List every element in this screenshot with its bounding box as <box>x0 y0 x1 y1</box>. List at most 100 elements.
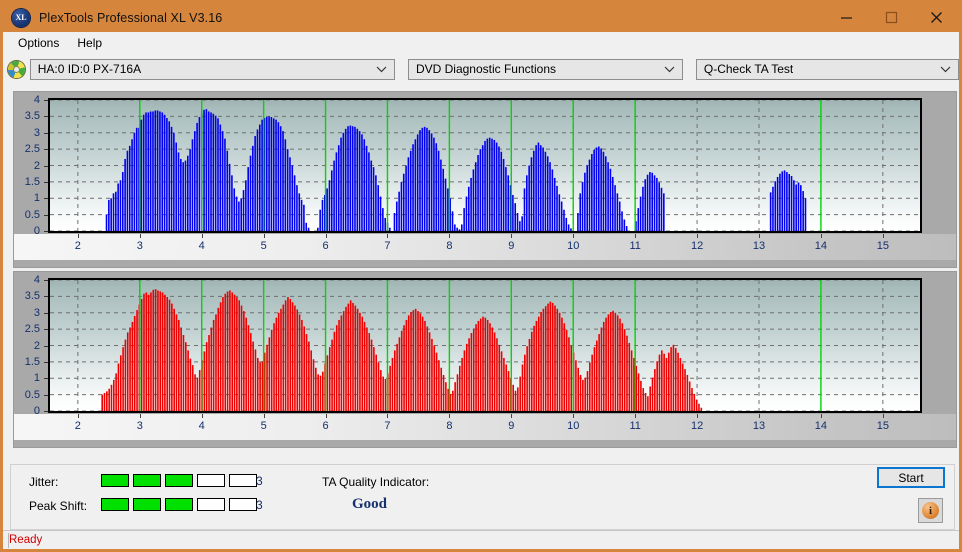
window-controls <box>824 3 959 32</box>
jitter-x-tick-label: 2 <box>74 240 81 252</box>
peak-shift-x-tick-label: 9 <box>508 420 515 432</box>
jitter-x-tick <box>201 234 203 238</box>
peak-shift-x-tick-label: 8 <box>446 420 453 432</box>
jitter-x-tick-label: 3 <box>136 240 143 252</box>
peak-shift-x-tick <box>511 414 513 418</box>
function-select[interactable]: DVD Diagnostic Functions <box>407 58 683 80</box>
jitter-y-tick-label: 2.5 <box>24 143 40 156</box>
jitter-x-tick-label: 9 <box>508 240 515 252</box>
jitter-y-tick <box>44 149 48 151</box>
jitter-y-tick-label: 1.5 <box>24 175 40 188</box>
jitter-x-tick-label: 6 <box>322 240 329 252</box>
chevron-down-icon <box>376 65 387 73</box>
meter-segment <box>165 474 193 487</box>
peak-shift-y-tick-label: 3 <box>33 306 40 319</box>
maximize-icon[interactable] <box>869 3 914 32</box>
peak-shift-x-tick-label: 4 <box>198 420 205 432</box>
peak-shift-chart-panel: 0 0.5 1 1.5 2 2.5 3 3.5 4 2 3 4 5 6 7 8 9 10 11 12 13 14 15 <box>13 271 957 448</box>
peak-shift-x-tick <box>449 414 451 418</box>
peak-shift-x-tick <box>387 414 389 418</box>
peak-shift-x-tick <box>697 414 699 418</box>
peak-shift-y-tick-label: 1.5 <box>24 355 40 368</box>
drive-select[interactable]: HA:0 ID:0 PX-716A <box>29 58 395 80</box>
peak-shift-x-tick-label: 14 <box>814 420 828 432</box>
title-bar: XL PlexTools Professional XL V3.16 <box>3 3 959 32</box>
jitter-y-tick-label: 0.5 <box>24 208 40 221</box>
ta-quality-value: Good <box>352 496 388 512</box>
peak-shift-x-tick <box>820 414 822 418</box>
peak-shift-y-tick-label: 3.5 <box>24 290 40 303</box>
menu-item-options[interactable]: Options <box>9 34 68 52</box>
jitter-x-tick <box>820 234 822 238</box>
meter-segment <box>101 498 129 511</box>
jitter-y-tick-label: 3 <box>33 126 40 139</box>
jitter-x-tick <box>511 234 513 238</box>
window-title: PlexTools Professional XL V3.16 <box>39 10 223 25</box>
peak-shift-x-tick-label: 3 <box>136 420 143 432</box>
peak-shift-label: Peak Shift: <box>29 499 88 513</box>
jitter-svg <box>50 100 920 231</box>
peak-shift-y-tick <box>44 296 48 298</box>
peak-shift-y-tick <box>44 361 48 363</box>
app-icon: XL <box>12 8 30 27</box>
peak-shift-x-tick <box>201 414 203 418</box>
jitter-y-tick <box>44 116 48 118</box>
peak-shift-chart: 0 0.5 1 1.5 2 2.5 3 3.5 4 2 3 4 5 6 7 8 9 10 11 12 13 14 15 <box>14 272 956 447</box>
meter-segment <box>229 474 257 487</box>
jitter-x-tick <box>882 234 884 238</box>
peak-shift-x-tick-label: 7 <box>384 420 391 432</box>
jitter-y-tick <box>44 231 48 232</box>
jitter-x-tick <box>697 234 699 238</box>
peak-shift-y-tick-label: 1 <box>33 372 40 385</box>
info-icon: i <box>922 502 939 519</box>
jitter-x-tick <box>139 234 141 238</box>
peak-shift-y-tick <box>44 378 48 380</box>
jitter-x-tick-label: 7 <box>384 240 391 252</box>
results-panel: Jitter: 3 Peak Shift: 3 TA Quality Indic… <box>10 464 955 530</box>
meter-segment <box>133 498 161 511</box>
peak-shift-x-tick <box>139 414 141 418</box>
jitter-label: Jitter: <box>29 475 59 489</box>
jitter-y-tick <box>44 181 48 183</box>
status-bar: Ready <box>3 530 959 549</box>
start-button[interactable]: Start <box>877 467 945 488</box>
peak-shift-x-tick <box>882 414 884 418</box>
jitter-x-tick <box>449 234 451 238</box>
peak-shift-x-tick-label: 6 <box>322 420 329 432</box>
chevron-down-icon <box>940 65 951 73</box>
jitter-x-tick-label: 5 <box>260 240 267 252</box>
minimize-icon[interactable] <box>824 3 869 32</box>
peak-shift-y-tick <box>44 312 48 314</box>
peak-shift-x-tick <box>77 414 79 418</box>
disc-icon <box>8 60 25 78</box>
peak-shift-y-tick-label: 0.5 <box>24 388 40 401</box>
function-select-value: DVD Diagnostic Functions <box>415 62 556 76</box>
meter-segment <box>165 498 193 511</box>
close-icon[interactable] <box>914 3 959 32</box>
peak-shift-x-tick <box>635 414 637 418</box>
chevron-down-icon <box>664 65 675 73</box>
meter-segment <box>197 474 225 487</box>
peak-shift-x-tick-label: 15 <box>876 420 889 432</box>
application-window: XL PlexTools Professional XL V3.16 Optio… <box>0 0 962 552</box>
peak-shift-svg <box>50 280 920 411</box>
jitter-x-tick-label: 14 <box>814 240 828 252</box>
peak-shift-meter <box>101 498 257 511</box>
peak-shift-x-tick <box>263 414 265 418</box>
menu-item-help[interactable]: Help <box>68 34 111 52</box>
peak-shift-value: 3 <box>256 498 263 512</box>
info-button[interactable]: i <box>918 498 943 523</box>
meter-segment <box>101 474 129 487</box>
jitter-plot-area <box>48 98 922 233</box>
peak-shift-x-tick-label: 13 <box>752 420 766 432</box>
test-select[interactable]: Q-Check TA Test <box>695 58 959 80</box>
peak-shift-x-tick-label: 2 <box>74 420 81 432</box>
jitter-x-tick <box>325 234 327 238</box>
jitter-x-tick-label: 10 <box>567 240 580 252</box>
jitter-x-tick <box>77 234 79 238</box>
peak-shift-y-tick <box>44 394 48 396</box>
jitter-meter <box>101 474 257 487</box>
peak-shift-x-tick <box>325 414 327 418</box>
jitter-y-tick <box>44 132 48 134</box>
drive-select-value: HA:0 ID:0 PX-716A <box>37 62 142 76</box>
